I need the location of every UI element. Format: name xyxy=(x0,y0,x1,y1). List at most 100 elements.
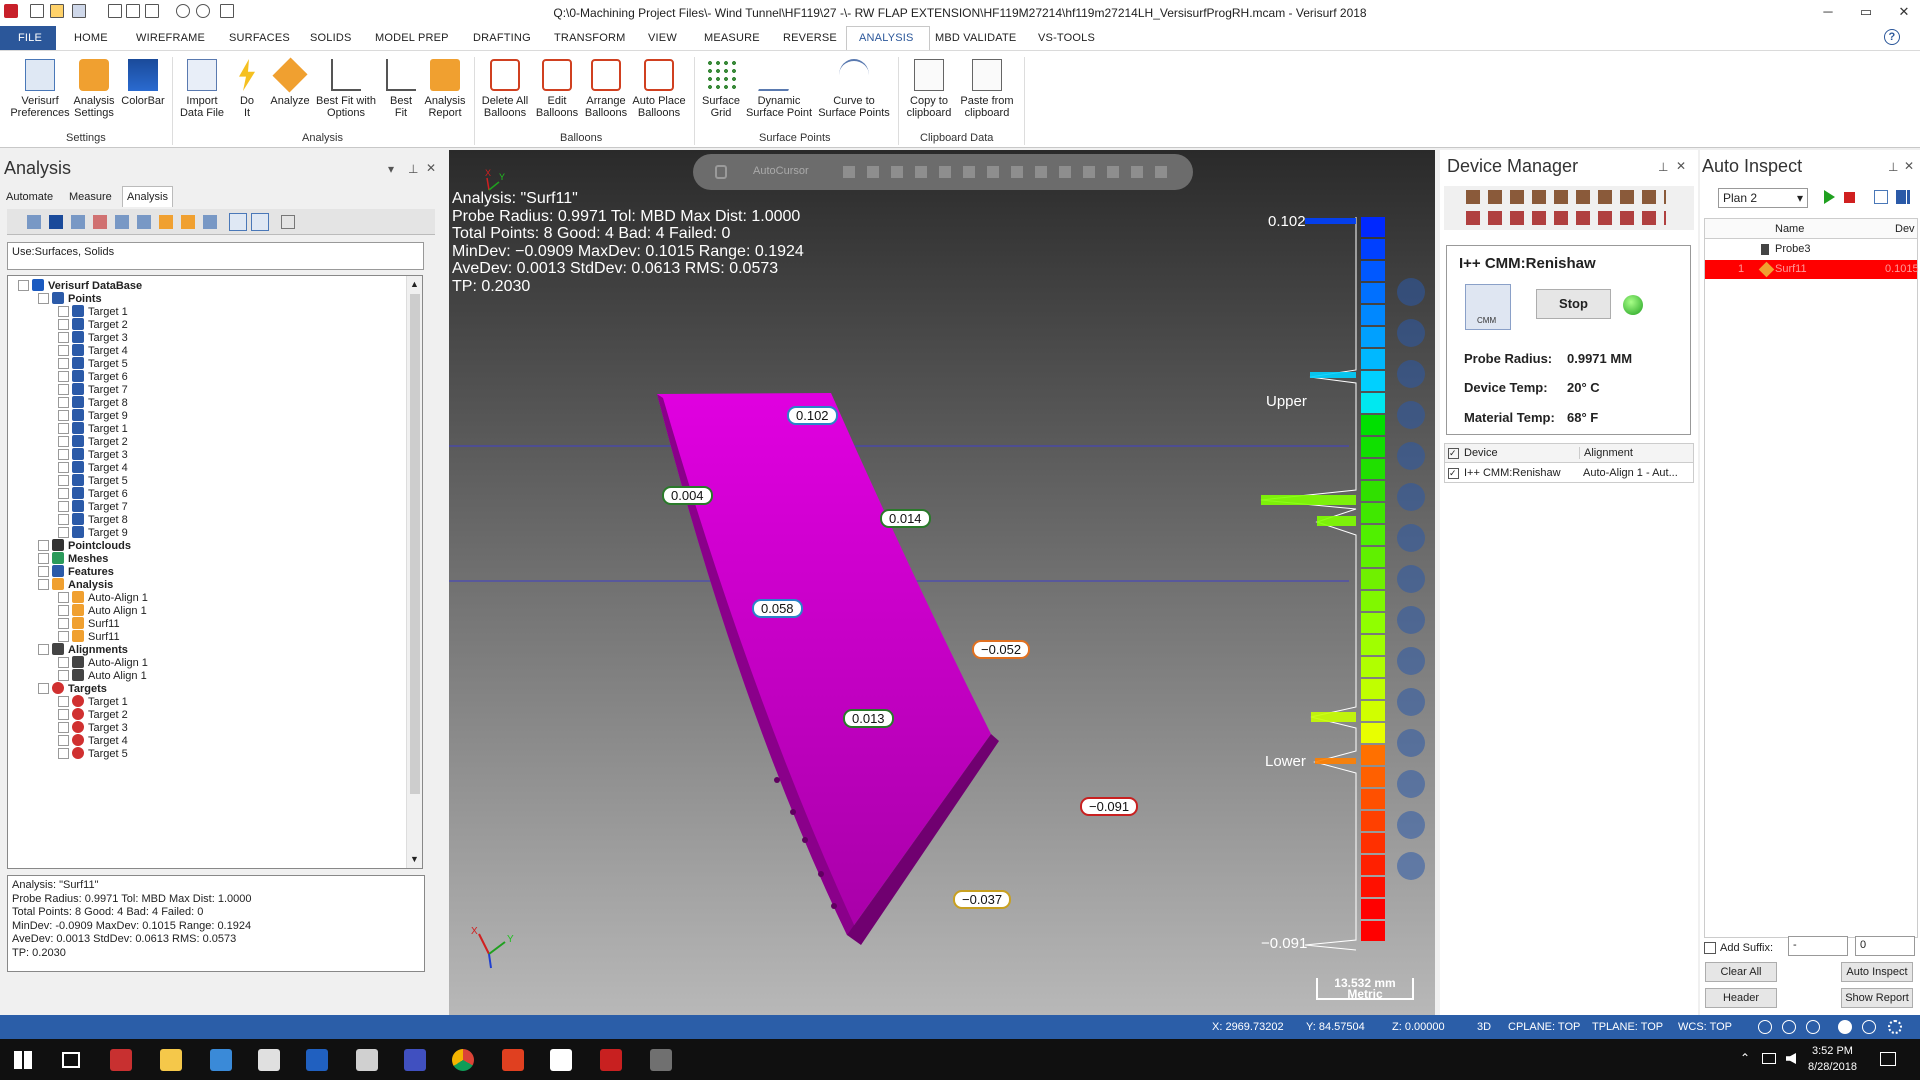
toolbar-icon[interactable] xyxy=(251,213,269,231)
edit-balloons-button[interactable]: Edit Balloons xyxy=(532,59,582,119)
plan-select[interactable]: Plan 2 ▾ xyxy=(1718,188,1808,208)
tree-item-checkbox[interactable] xyxy=(58,722,69,733)
tab-vs-tools[interactable]: VS-TOOLS xyxy=(1038,32,1095,44)
subtab-automate[interactable]: Automate xyxy=(6,191,53,203)
deviation-balloon[interactable]: 0.004 xyxy=(662,486,713,505)
ai-close-icon[interactable]: ✕ xyxy=(1904,159,1914,173)
scrollbar-up-icon[interactable]: ▲ xyxy=(410,279,419,289)
deviation-balloon[interactable]: 0.013 xyxy=(843,709,894,728)
auto-inspect-button[interactable]: Auto Inspect xyxy=(1841,962,1913,982)
device-row[interactable]: ✓ I++ CMM:Renishaw Auto-Align 1 - Aut... xyxy=(1445,464,1693,483)
surface-grid-button[interactable]: Surface Grid xyxy=(698,59,744,119)
tree-item-checkbox[interactable] xyxy=(38,553,49,564)
tree-item-checkbox[interactable] xyxy=(58,345,69,356)
shaded-view-icon[interactable] xyxy=(1838,1020,1852,1034)
delete-all-balloons-button[interactable]: Delete All Balloons xyxy=(478,59,532,119)
tree-scrollbar[interactable]: ▲ ▼ xyxy=(406,276,422,868)
app-icon[interactable] xyxy=(356,1049,378,1071)
copy-to-clipboard-button[interactable]: Copy to clipboard xyxy=(902,59,956,119)
grid-tool-icon[interactable] xyxy=(1397,729,1425,757)
circle-tool-icon[interactable] xyxy=(1397,360,1425,388)
tree-item-checkbox[interactable] xyxy=(58,670,69,681)
col-device[interactable]: Device xyxy=(1464,447,1498,459)
tab-model-prep[interactable]: MODEL PREP xyxy=(375,32,449,44)
toolbar-icon[interactable] xyxy=(137,215,151,229)
tray-chevron-icon[interactable]: ⌃ xyxy=(1740,1051,1750,1065)
best-fit-button[interactable]: Best Fit xyxy=(384,59,418,119)
tab-reverse[interactable]: REVERSE xyxy=(783,32,837,44)
arrange-balloons-button[interactable]: Arrange Balloons xyxy=(582,59,630,119)
solid-tool-icon[interactable] xyxy=(1397,565,1425,593)
tree-item-checkbox[interactable] xyxy=(58,384,69,395)
tree-item-checkbox[interactable] xyxy=(58,501,69,512)
tree-item-checkbox[interactable] xyxy=(38,540,49,551)
tree-item-checkbox[interactable] xyxy=(58,436,69,447)
tree-item-checkbox[interactable] xyxy=(58,371,69,382)
analysis-report-button[interactable]: Analysis Report xyxy=(420,59,470,119)
tab-mbd-validate[interactable]: MBD VALIDATE xyxy=(935,32,1016,44)
tree-item-checkbox[interactable] xyxy=(58,397,69,408)
toolbar-icon[interactable] xyxy=(115,215,129,229)
view-tool-icon[interactable] xyxy=(1397,319,1425,347)
stop-button[interactable]: Stop xyxy=(1536,289,1611,319)
probe-tool-icon[interactable] xyxy=(1397,524,1425,552)
report-edit-icon[interactable] xyxy=(1874,190,1888,204)
col-name[interactable]: Name xyxy=(1775,223,1804,235)
do-it-button[interactable]: Do It xyxy=(232,59,262,119)
tab-analysis[interactable]: ANALYSIS xyxy=(859,32,914,44)
colorbar-button[interactable]: ColorBar xyxy=(118,59,168,107)
header-checkbox[interactable]: ✓ xyxy=(1448,448,1459,459)
tree-item-checkbox[interactable] xyxy=(58,631,69,642)
toolbar-icon[interactable] xyxy=(281,215,295,229)
mail-icon[interactable] xyxy=(550,1049,572,1071)
tree-item-checkbox[interactable] xyxy=(58,475,69,486)
curve-tool-icon[interactable] xyxy=(1397,401,1425,429)
tree-item-checkbox[interactable] xyxy=(58,423,69,434)
tab-solids[interactable]: SOLIDS xyxy=(310,32,352,44)
network-icon[interactable] xyxy=(1762,1053,1776,1064)
fit-tool-icon[interactable] xyxy=(1397,606,1425,634)
toolbar-icon[interactable] xyxy=(93,215,107,229)
tree-item-checkbox[interactable] xyxy=(38,644,49,655)
subtab-analysis[interactable]: Analysis xyxy=(122,186,173,207)
panel-close-icon[interactable]: ✕ xyxy=(426,161,436,175)
tab-view[interactable]: VIEW xyxy=(648,32,677,44)
import-data-file-button[interactable]: Import Data File xyxy=(176,59,228,119)
deviation-balloon[interactable]: −0.037 xyxy=(953,890,1012,909)
layers-icon[interactable] xyxy=(1397,770,1425,798)
dm-close-icon[interactable]: ✕ xyxy=(1676,159,1686,173)
col-dev[interactable]: Dev xyxy=(1895,223,1915,235)
tree-item[interactable]: Target 5 xyxy=(58,746,128,762)
device-row-checkbox[interactable]: ✓ xyxy=(1448,468,1459,479)
tree-item-checkbox[interactable] xyxy=(38,683,49,694)
globe-icon[interactable] xyxy=(1758,1020,1772,1034)
tree-item-checkbox[interactable] xyxy=(58,449,69,460)
tree-item-checkbox[interactable] xyxy=(58,358,69,369)
tree-item-checkbox[interactable] xyxy=(58,709,69,720)
ai-pin-icon[interactable]: ⊥ xyxy=(1888,160,1898,174)
col-alignment[interactable]: Alignment xyxy=(1579,447,1633,459)
taskbar-date[interactable]: 8/28/2018 xyxy=(1808,1061,1857,1073)
toolbar-icon[interactable] xyxy=(49,215,63,229)
align-tool-icon[interactable] xyxy=(1397,688,1425,716)
toolbar-icon[interactable] xyxy=(181,215,195,229)
curve-to-surface-points-button[interactable]: Curve to Surface Points xyxy=(816,59,892,119)
dm-tool-icons-row2[interactable] xyxy=(1466,211,1666,225)
suffix-number-input[interactable]: 0 xyxy=(1855,936,1915,956)
tree-item-checkbox[interactable] xyxy=(58,306,69,317)
notifications-icon[interactable] xyxy=(1880,1052,1896,1066)
status-mode[interactable]: 3D xyxy=(1477,1021,1491,1033)
tree-item-checkbox[interactable] xyxy=(58,332,69,343)
auto-place-balloons-button[interactable]: Auto Place Balloons xyxy=(630,59,688,119)
cancel-icon[interactable] xyxy=(1397,852,1425,880)
tree-item-checkbox[interactable] xyxy=(58,696,69,707)
measure-tool-icon[interactable] xyxy=(1397,483,1425,511)
verisurf-preferences-button[interactable]: Verisurf Preferences xyxy=(8,59,72,119)
tree-item-checkbox[interactable] xyxy=(58,319,69,330)
app-icon[interactable] xyxy=(650,1049,672,1071)
maximize-button[interactable]: ▭ xyxy=(1856,4,1876,20)
file-explorer-icon[interactable] xyxy=(160,1049,182,1071)
status-tplane[interactable]: TPLANE: TOP xyxy=(1592,1021,1663,1033)
verisurf-icon[interactable] xyxy=(306,1049,328,1071)
scrollbar-thumb[interactable] xyxy=(410,294,420,794)
